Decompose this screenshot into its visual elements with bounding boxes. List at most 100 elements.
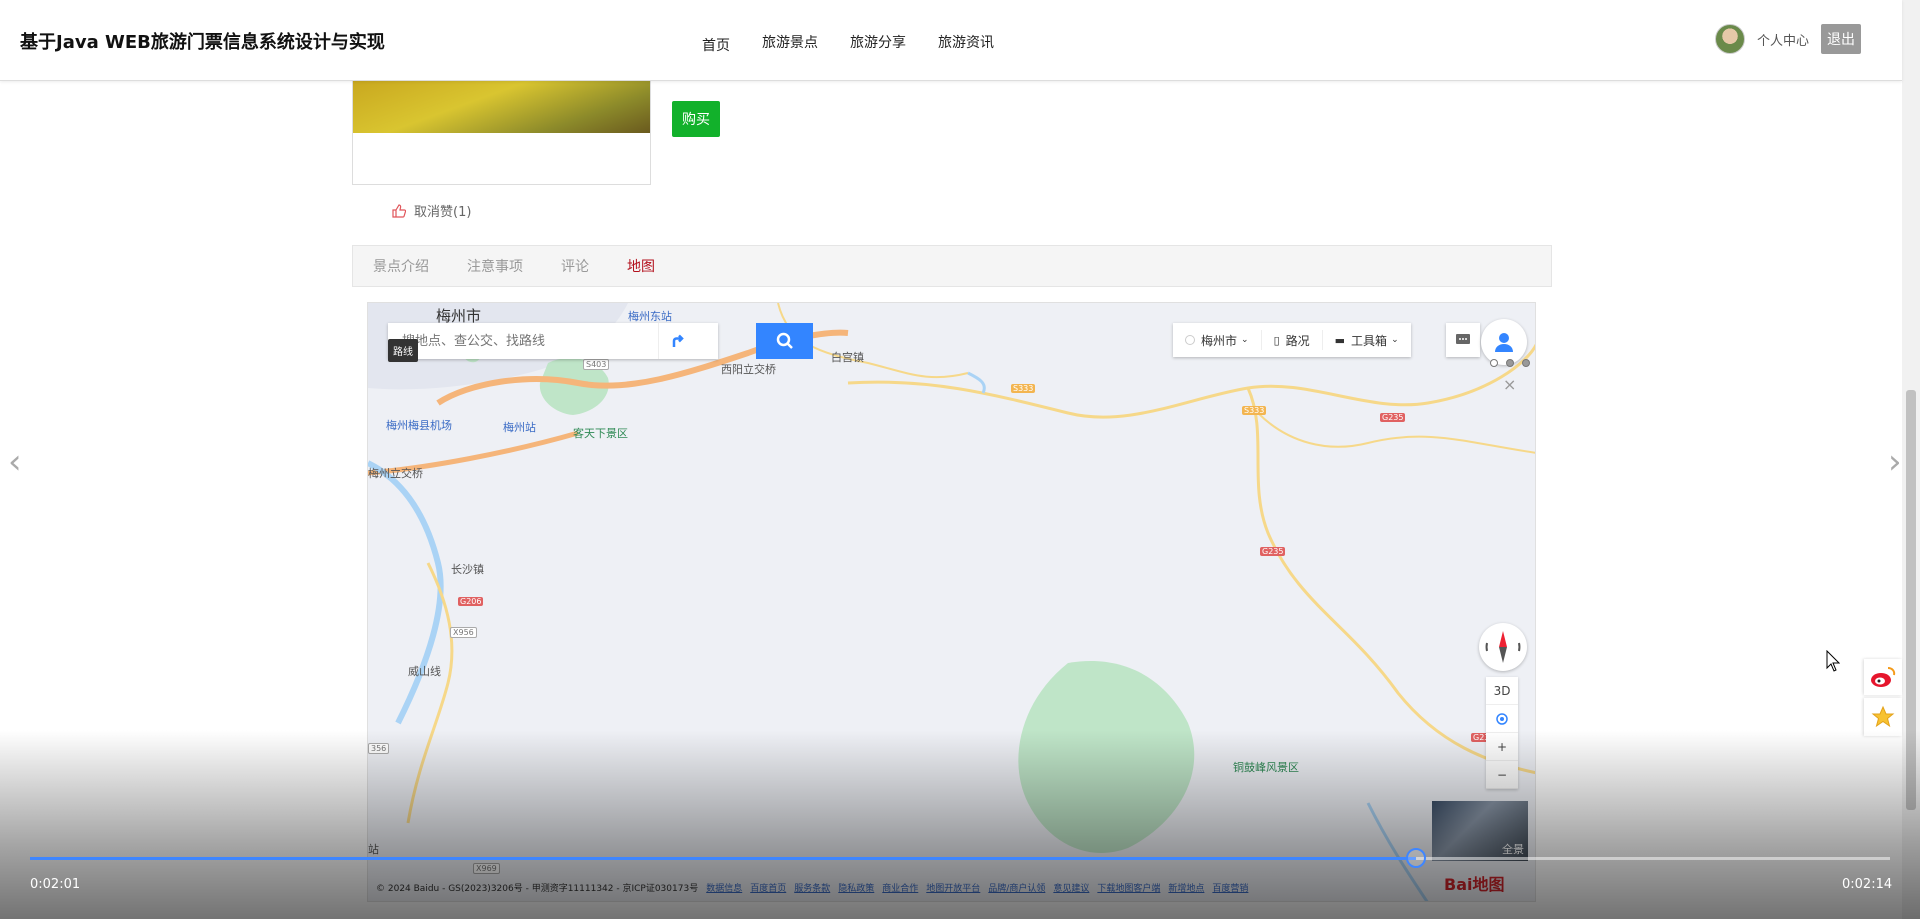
- road-badge-s333b: S333: [1242, 406, 1267, 415]
- footer-link[interactable]: 下载地图客户端: [1097, 881, 1160, 894]
- road-badge-356: 356: [368, 743, 390, 754]
- video-progress-bar[interactable]: [30, 848, 1890, 868]
- panorama-label: 全景: [1502, 843, 1524, 856]
- map-label-station-edge: 站: [368, 843, 379, 856]
- nav-attractions[interactable]: 旅游景点: [762, 32, 818, 55]
- prev-arrow-icon[interactable]: ‹: [8, 442, 22, 482]
- road-badge-s333a: S333: [1011, 384, 1036, 393]
- logout-button[interactable]: 退出: [1821, 24, 1862, 54]
- road-badge-g235a: G235: [1380, 413, 1406, 422]
- nav-home[interactable]: 首页: [702, 35, 730, 55]
- footer-link[interactable]: 数据信息: [706, 881, 742, 894]
- scroll-thumb[interactable]: [1906, 390, 1916, 810]
- footer-link[interactable]: 地图开放平台: [926, 881, 980, 894]
- footer-link[interactable]: 隐私政策: [838, 881, 874, 894]
- compass-icon: [1485, 631, 1521, 663]
- map-label-weishan: 威山线: [408, 665, 441, 678]
- page-scrollbar[interactable]: [1902, 0, 1920, 919]
- footer-link[interactable]: 品牌/商户认领: [988, 881, 1045, 894]
- footer-link[interactable]: 百度营销: [1212, 881, 1248, 894]
- road-badge-x956: X956: [450, 627, 477, 638]
- map-toolbar: 梅州市 ⌄ ▯ 路况 ▬ 工具箱 ⌄: [1173, 323, 1411, 357]
- zoom-out-button[interactable]: −: [1486, 761, 1518, 789]
- user-center-link[interactable]: 个人中心: [1757, 30, 1809, 49]
- favorite-share-button[interactable]: [1864, 698, 1902, 736]
- tab-map[interactable]: 地图: [627, 256, 655, 276]
- road-badge-g235b: G235: [1260, 547, 1286, 556]
- avatar[interactable]: [1715, 24, 1745, 54]
- compass-control[interactable]: [1479, 623, 1527, 671]
- map-label-meizhou-interchange: 梅州立交桥: [368, 467, 423, 480]
- footer-link[interactable]: 商业合作: [882, 881, 918, 894]
- map-search-button[interactable]: [756, 323, 813, 359]
- carousel-dots: [1490, 359, 1530, 367]
- road-badge-g206: G206: [458, 597, 484, 606]
- traffic-button[interactable]: ▯ 路况: [1262, 330, 1323, 350]
- chevron-down-icon: ⌄: [1241, 335, 1249, 345]
- like-label: 取消赞(1): [414, 205, 472, 220]
- footer-link[interactable]: 服务条款: [794, 881, 830, 894]
- nav-news[interactable]: 旅游资讯: [938, 32, 994, 55]
- main-nav: 首页 旅游景点 旅游分享 旅游资讯: [702, 32, 1026, 55]
- site-title: 基于Java WEB旅游门票信息系统设计与实现: [20, 32, 385, 53]
- tab-intro[interactable]: 景点介绍: [373, 256, 429, 276]
- user-area: 个人中心 退出: [1715, 24, 1862, 54]
- baidu-map[interactable]: 梅州市 梅州东站 西阳立交桥 白宫镇 梅州梅县机场 梅州站 客天下景区 梅州立交…: [367, 302, 1536, 902]
- mouse-cursor-icon: [1826, 650, 1840, 672]
- message-button[interactable]: [1446, 323, 1480, 357]
- map-label-changsha: 长沙镇: [451, 563, 484, 576]
- toolbox-button[interactable]: ▬ 工具箱 ⌄: [1323, 330, 1411, 350]
- footer-link[interactable]: 新增地点: [1168, 881, 1204, 894]
- weibo-share-button[interactable]: [1864, 659, 1902, 695]
- map-label-station: 梅州站: [503, 421, 536, 434]
- site-header: 基于Java WEB旅游门票信息系统设计与实现 首页 旅游景点 旅游分享 旅游资…: [0, 0, 1902, 81]
- zoom-in-button[interactable]: +: [1486, 733, 1518, 761]
- route-icon[interactable]: [658, 323, 696, 359]
- close-icon[interactable]: ×: [1503, 375, 1516, 394]
- video-progress-fill: [30, 857, 1416, 860]
- star-icon: [1871, 705, 1895, 728]
- map-label-tonggu: 铜鼓峰风景区: [1233, 761, 1299, 774]
- weibo-icon: [1871, 667, 1896, 687]
- search-icon: [776, 332, 793, 349]
- zoom-control: 3D + −: [1486, 677, 1518, 789]
- chat-icon: [1456, 334, 1470, 344]
- video-progress-knob[interactable]: [1405, 848, 1426, 868]
- map-label-xiyang: 西阳立交桥: [721, 363, 776, 376]
- tab-notice[interactable]: 注意事项: [467, 256, 523, 276]
- detail-tabs: 景点介绍 注意事项 评论 地图: [352, 245, 1552, 287]
- buy-button[interactable]: 购买: [672, 101, 720, 137]
- total-time: 0:02:14: [1842, 877, 1893, 892]
- map-label-airport: 梅州梅县机场: [386, 419, 452, 432]
- current-time: 0:02:01: [30, 877, 81, 892]
- footer-link[interactable]: 百度首页: [750, 881, 786, 894]
- tab-comments[interactable]: 评论: [561, 256, 589, 276]
- dot[interactable]: [1522, 359, 1530, 367]
- toolbox-icon: ▬: [1334, 333, 1346, 347]
- route-tooltip: 路线: [388, 339, 418, 362]
- like-toggle[interactable]: 取消赞(1): [392, 201, 471, 220]
- map-footer: © 2024 Baidu - GS(2023)3206号 - 甲测资字11111…: [376, 881, 1248, 894]
- map-label-kejia: 客天下景区: [573, 427, 628, 440]
- map-copyright: © 2024 Baidu - GS(2023)3206号 - 甲测资字11111…: [376, 884, 699, 894]
- road-badge-x969: X969: [473, 863, 500, 874]
- locate-button[interactable]: [1486, 705, 1518, 733]
- nav-share[interactable]: 旅游分享: [850, 32, 906, 55]
- 3d-button[interactable]: 3D: [1486, 677, 1518, 705]
- city-select[interactable]: 梅州市 ⌄: [1173, 330, 1262, 350]
- map-search-box: [388, 323, 718, 359]
- dot[interactable]: [1506, 359, 1514, 367]
- baidu-map-logo: Bai地图: [1444, 875, 1505, 894]
- next-arrow-icon[interactable]: ›: [1888, 442, 1902, 482]
- dot[interactable]: [1490, 359, 1498, 367]
- location-icon: [1185, 335, 1195, 345]
- footer-link[interactable]: 意见建议: [1053, 881, 1089, 894]
- thumbs-up-icon: [392, 203, 406, 218]
- map-search-input[interactable]: [388, 324, 658, 358]
- product-image: [353, 81, 650, 133]
- locate-icon: [1496, 712, 1508, 725]
- panorama-thumbnail[interactable]: 全景: [1432, 801, 1528, 861]
- traffic-light-icon: ▯: [1273, 333, 1280, 347]
- chevron-down-icon: ⌄: [1391, 335, 1399, 345]
- product-image-frame: [352, 81, 651, 185]
